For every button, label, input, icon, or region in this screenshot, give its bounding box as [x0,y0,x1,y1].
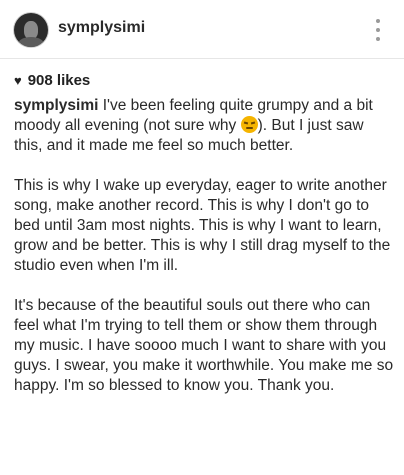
kebab-dot [376,37,380,41]
avatar[interactable] [14,13,48,47]
heart-icon: ♥ [14,73,22,88]
post-header: symplysimi [0,0,404,59]
kebab-dot [376,28,380,32]
caption-paragraph-3: It's because of the beautiful souls out … [14,297,394,394]
post-caption: symplysimi I've been feeling quite grump… [14,96,394,416]
avatar-shoulders [18,37,44,47]
likes-text: 908 likes [27,72,91,89]
more-vertical-icon[interactable] [370,17,386,43]
caption-username[interactable]: symplysimi [14,97,98,114]
caption-paragraph-1: symplysimi I've been feeling quite grump… [14,96,394,156]
kebab-dot [376,19,380,23]
likes-count[interactable]: ♥ 908 likes [14,72,90,89]
username-link[interactable]: symplysimi [58,19,145,37]
persevering-face-emoji-icon [240,116,258,133]
caption-paragraph-2: This is why I wake up everyday, eager to… [14,177,391,274]
